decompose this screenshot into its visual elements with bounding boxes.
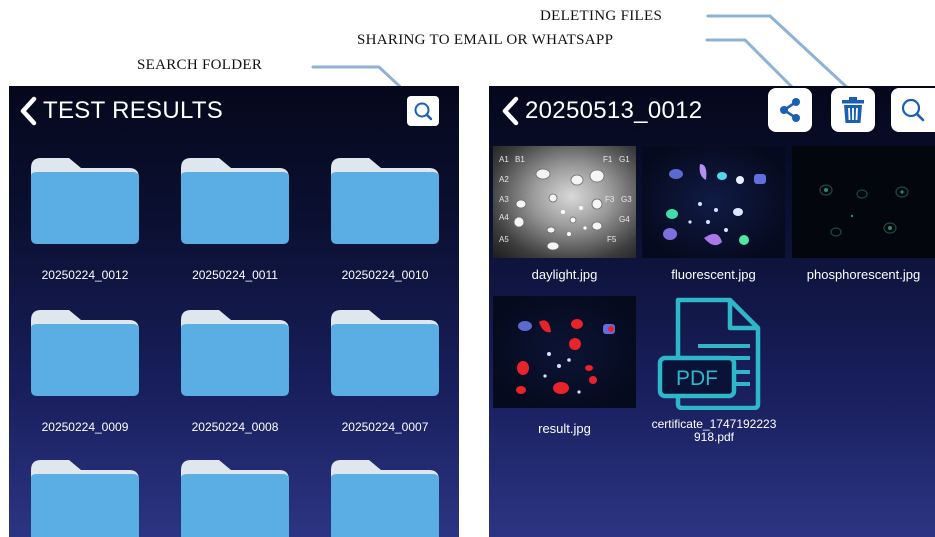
file-name: phosphorescent.jpg — [806, 267, 921, 282]
folder-icon — [181, 460, 289, 537]
chevron-left-icon[interactable] — [501, 96, 519, 126]
folder-icon — [331, 310, 439, 396]
pdf-badge: PDF — [676, 367, 718, 390]
svg-text:G1: G1 — [619, 155, 630, 164]
file-name: result.jpg — [538, 421, 591, 436]
folder-item[interactable]: 20250224_0012 — [29, 156, 141, 282]
folder-icon — [31, 460, 139, 537]
file-thumbnail-daylight[interactable]: A1 B1 F1 G1 A2 A3 A4 A5 F3 G3 G4 F5 — [493, 146, 636, 258]
file-name: daylight.jpg — [531, 267, 598, 282]
folder-icon — [331, 460, 439, 537]
svg-text:G3: G3 — [621, 195, 632, 204]
folder-name: 20250224_0007 — [341, 420, 429, 434]
folder-name: 20250224_0012 — [41, 268, 129, 282]
search-folder-button[interactable] — [407, 96, 439, 126]
folder-icon — [31, 310, 139, 396]
file-name: certificate_1747192223 918.pdf — [651, 417, 777, 444]
folder-name: 20250224_0009 — [41, 420, 129, 434]
test-results-screen: TEST RESULTS 20250224_0012 20250224_0011 2… — [9, 86, 459, 537]
share-icon — [780, 98, 800, 122]
pdf-file-icon[interactable]: PDF — [654, 296, 772, 411]
folder-icon — [181, 158, 289, 244]
folder-item[interactable] — [179, 458, 291, 537]
folder-item[interactable] — [329, 458, 441, 537]
svg-text:F5: F5 — [607, 235, 617, 244]
folder-name: 20250224_0008 — [191, 420, 279, 434]
file-thumbnail-phosphorescent[interactable] — [792, 146, 935, 258]
svg-text:A3: A3 — [499, 195, 509, 204]
svg-text:G4: G4 — [619, 215, 630, 224]
folder-icon — [331, 158, 439, 244]
folder-item[interactable]: 20250224_0010 — [329, 156, 441, 282]
file-name: fluorescent.jpg — [671, 267, 756, 282]
delete-button[interactable] — [831, 88, 875, 132]
svg-text:F1: F1 — [603, 155, 613, 164]
search-icon — [901, 98, 925, 122]
folder-contents-screen: 20250513_0012 A1 B1 F1 G1 A2 A3 A4 A5 F3… — [489, 86, 935, 537]
left-header: TEST RESULTS — [19, 96, 223, 126]
folder-item[interactable] — [29, 458, 141, 537]
folder-name: 20250224_0010 — [341, 268, 429, 282]
search-icon — [414, 102, 433, 121]
folder-icon — [31, 158, 139, 244]
svg-text:A4: A4 — [499, 213, 509, 222]
search-button[interactable] — [891, 88, 935, 132]
callout-sharing: SHARING TO EMAIL OR WHATSAPP — [357, 32, 614, 48]
file-thumbnail-fluorescent[interactable] — [642, 146, 785, 258]
callout-deleting-files: DELETING FILES — [540, 8, 663, 24]
right-header: 20250513_0012 — [501, 96, 702, 126]
share-button[interactable] — [768, 88, 812, 132]
svg-text:A1: A1 — [499, 155, 509, 164]
file-thumbnail-result[interactable] — [493, 296, 636, 408]
folder-icon — [181, 310, 289, 396]
svg-text:B1: B1 — [515, 155, 525, 164]
folder-item[interactable]: 20250224_0008 — [179, 308, 291, 434]
svg-text:F3: F3 — [605, 195, 615, 204]
folder-item[interactable]: 20250224_0011 — [179, 156, 291, 282]
folder-item[interactable]: 20250224_0009 — [29, 308, 141, 434]
svg-text:A2: A2 — [499, 175, 509, 184]
svg-text:A5: A5 — [499, 235, 509, 244]
page-title: TEST RESULTS — [43, 97, 224, 124]
folder-item[interactable]: 20250224_0007 — [329, 308, 441, 434]
trash-icon — [842, 97, 864, 123]
callout-search-folder: SEARCH FOLDER — [137, 57, 263, 73]
folder-name: 20250224_0011 — [192, 268, 278, 282]
chevron-left-icon[interactable] — [19, 96, 37, 126]
page-title: 20250513_0012 — [525, 97, 703, 124]
